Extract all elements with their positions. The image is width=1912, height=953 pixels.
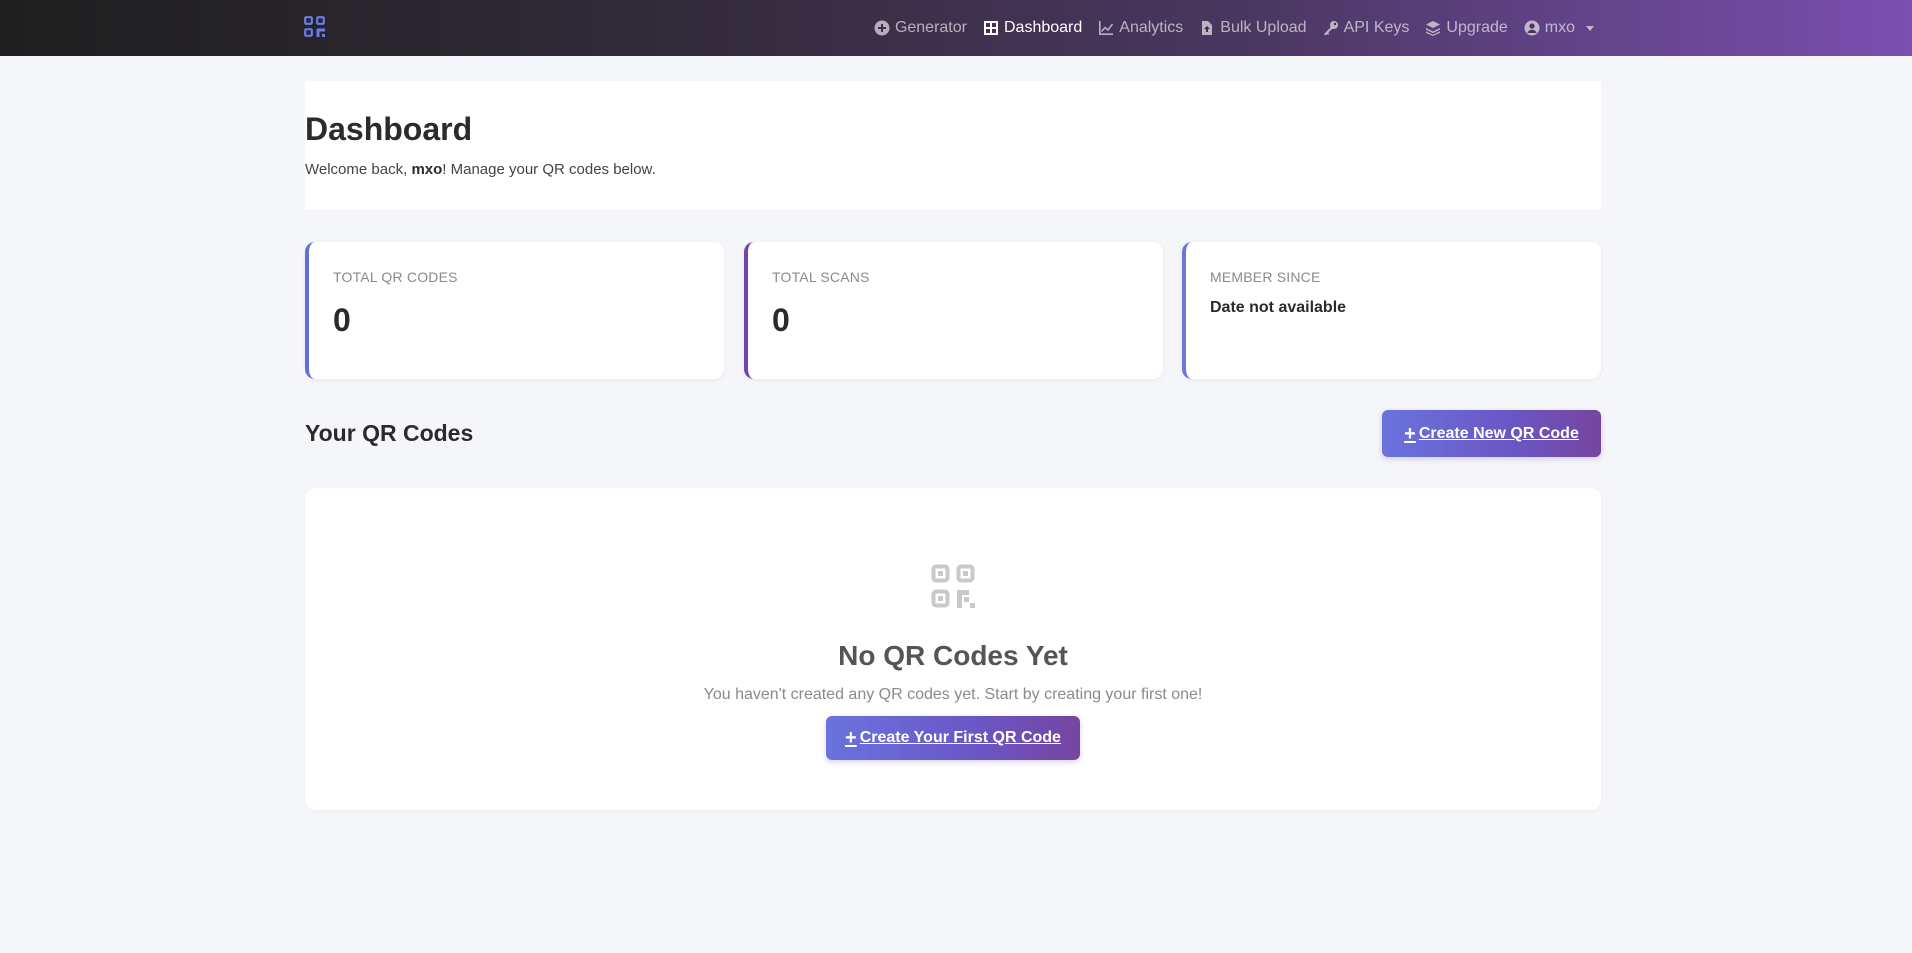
stat-value: 0 (333, 302, 351, 338)
line-chart-icon (1099, 21, 1114, 35)
create-first-qr-label: Create Your First QR Code (859, 729, 1061, 746)
nav-item-bulk-upload[interactable]: Bulk Upload (1199, 19, 1307, 37)
plus-icon: + (845, 727, 857, 749)
user-menu-label: mxo (1544, 19, 1575, 36)
nav-item-generator[interactable]: Generator (874, 19, 967, 37)
create-new-qr-button[interactable]: + Create New QR Code (1382, 410, 1601, 457)
qr-code-icon (931, 564, 975, 608)
stat-label: TOTAL SCANS (772, 269, 870, 285)
plus-circle-icon (874, 20, 890, 36)
stat-value: 0 (772, 302, 790, 338)
nav-item-label: Upgrade (1446, 19, 1508, 36)
user-menu-dropdown[interactable]: mxo (1524, 19, 1594, 37)
nav-item-label: Bulk Upload (1220, 19, 1307, 36)
stat-card-member-since: MEMBER SINCE Date not available (1182, 242, 1601, 379)
nav-item-analytics[interactable]: Analytics (1098, 19, 1183, 37)
stat-card-total-scans: TOTAL SCANS 0 (744, 242, 1163, 379)
empty-state-description: You haven't created any QR codes yet. St… (703, 686, 1203, 703)
welcome-suffix: ! Manage your QR codes below. (442, 161, 656, 178)
welcome-message: Welcome back, mxo! Manage your QR codes … (305, 161, 656, 178)
welcome-prefix: Welcome back, (305, 161, 412, 178)
create-new-qr-label: Create New QR Code (1418, 424, 1579, 442)
grid-icon (983, 21, 998, 35)
nav-menu: Generator Dashboard Analytics Bulk Uploa… (874, 0, 1594, 56)
page-title: Dashboard (305, 111, 473, 147)
nav-item-dashboard[interactable]: Dashboard (983, 19, 1082, 37)
layers-icon (1426, 21, 1441, 36)
qr-code-icon[interactable] (304, 16, 325, 37)
nav-item-label: Generator (894, 19, 967, 36)
empty-state-title: No QR Codes Yet (838, 640, 1068, 671)
file-upload-icon (1202, 21, 1213, 35)
empty-state-card: No QR Codes Yet You haven't created any … (305, 488, 1601, 810)
welcome-username: mxo (411, 161, 443, 178)
stat-card-total-qr-codes: TOTAL QR CODES 0 (305, 242, 724, 379)
stat-label: MEMBER SINCE (1210, 269, 1321, 285)
chevron-down-icon (1586, 25, 1594, 31)
stat-value: Date not available (1210, 299, 1347, 316)
nav-item-upgrade[interactable]: Upgrade (1425, 19, 1508, 37)
create-first-qr-button[interactable]: + Create Your First QR Code (826, 716, 1080, 760)
top-navbar: Generator Dashboard Analytics Bulk Uploa… (0, 0, 1912, 56)
nav-item-label: Analytics (1119, 19, 1184, 36)
key-icon (1323, 21, 1338, 36)
nav-item-label: Dashboard (1003, 19, 1083, 36)
stat-label: TOTAL QR CODES (333, 269, 458, 285)
plus-icon: + (1404, 422, 1416, 445)
user-circle-icon (1524, 20, 1540, 36)
nav-item-api-keys[interactable]: API Keys (1323, 19, 1410, 37)
nav-item-label: API Keys (1343, 19, 1410, 36)
section-title: Your QR Codes (305, 420, 474, 446)
dashboard-header: Dashboard Welcome back, mxo! Manage your… (305, 81, 1601, 210)
